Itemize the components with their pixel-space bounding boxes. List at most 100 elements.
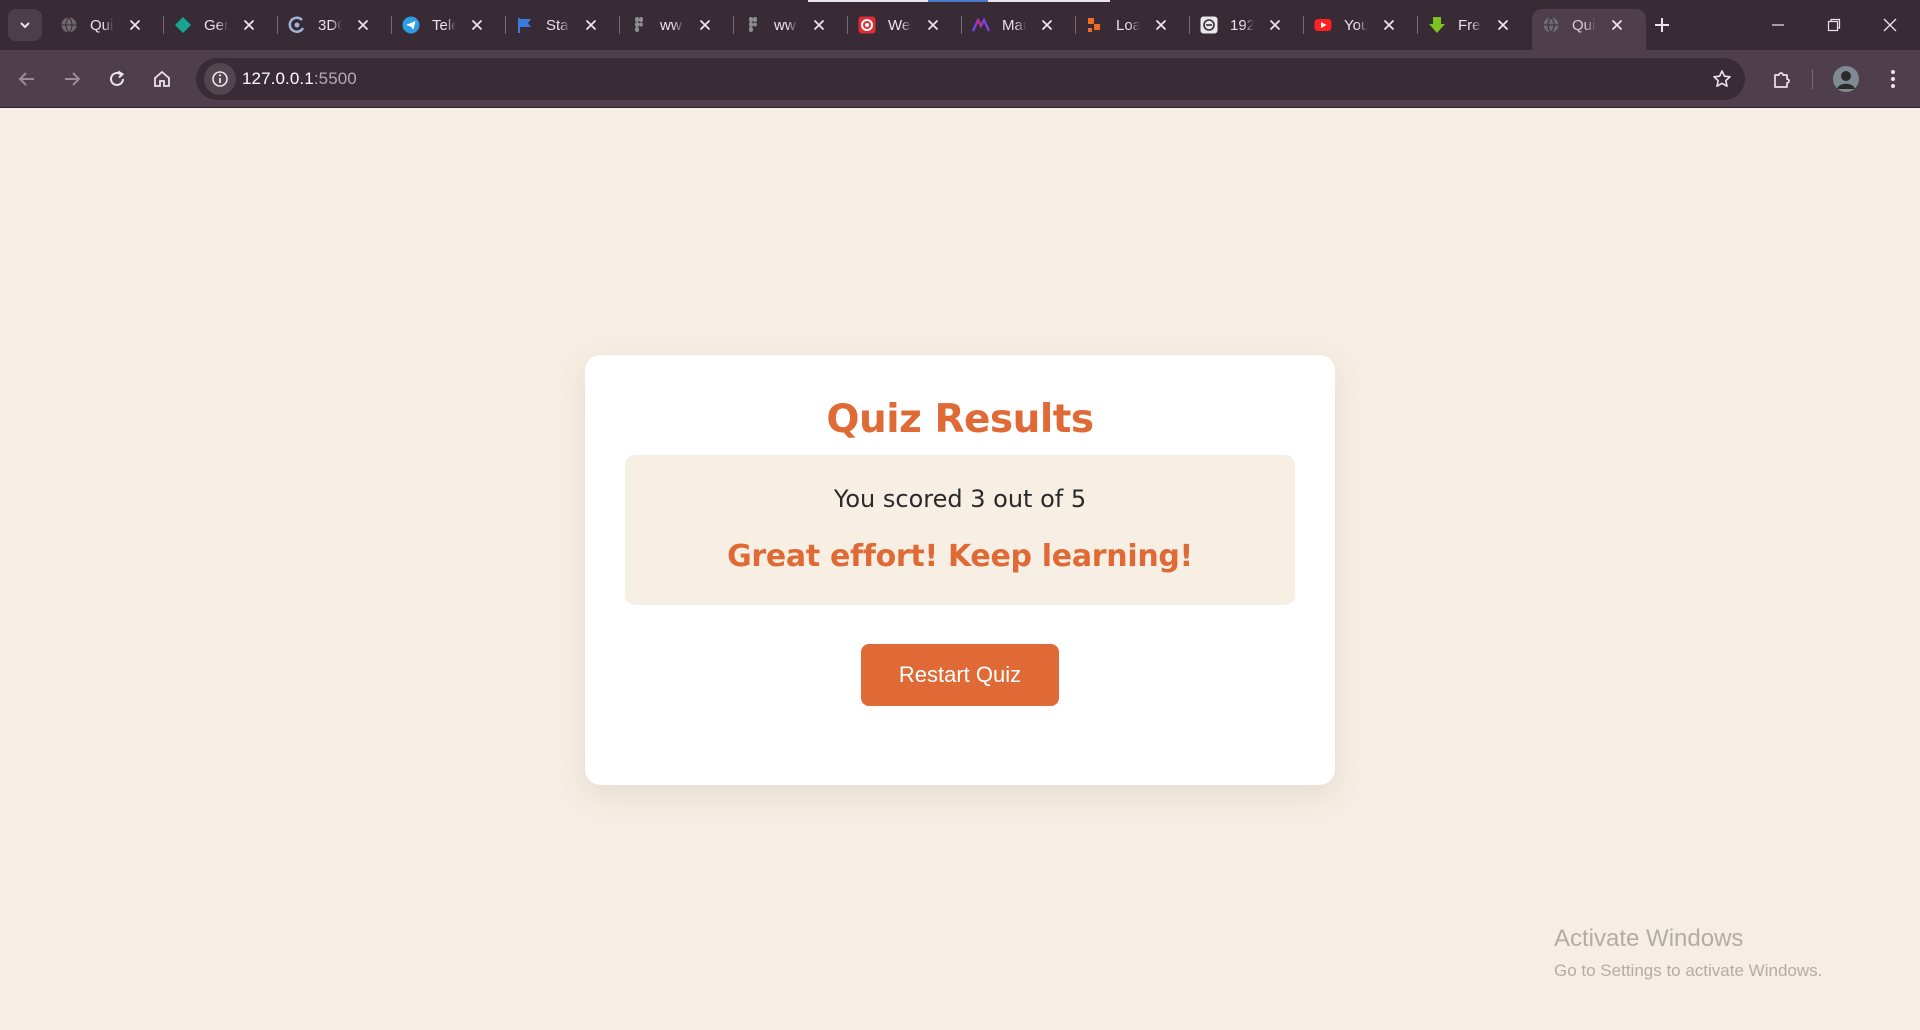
close-icon [1883,18,1897,32]
tab[interactable]: Qui [50,0,164,50]
tab-active[interactable]: Qui [1532,9,1646,50]
close-icon [585,19,597,31]
score-panel: You scored 3 out of 5 Great effort! Keep… [625,455,1295,605]
mountain-icon [972,16,990,34]
close-icon [129,19,141,31]
blocks-icon [1086,16,1104,34]
youtube-icon [1314,16,1332,34]
tab[interactable]: ww [620,0,734,50]
tab-title: Qui [90,16,114,34]
tab-drag-indicator-accent [928,0,988,2]
tab-close-button[interactable] [1038,16,1056,34]
tab-title: 3DC [318,16,342,34]
tab-close-button[interactable] [1608,16,1626,34]
tab-title: ww [660,16,682,34]
router-icon [1200,16,1218,34]
close-icon [699,19,711,31]
close-icon [927,19,939,31]
tab-close-button[interactable] [1266,16,1284,34]
tab-close-button[interactable] [354,16,372,34]
tab-close-button[interactable] [1494,16,1512,34]
tab[interactable]: Mar [962,0,1076,50]
tab[interactable]: Wel [848,0,962,50]
watermark-title: Activate Windows [1554,925,1744,952]
new-tab-button[interactable] [1650,13,1674,37]
tab[interactable]: Star [506,0,620,50]
tab[interactable]: 3DC [278,0,392,50]
tab-title: Free [1458,16,1482,34]
telegram-icon [402,16,420,34]
avatar-icon [1833,66,1859,92]
tab-close-button[interactable] [240,16,258,34]
url-text[interactable]: 127.0.0.1:5500 [242,69,357,89]
tab-title: Loa [1116,16,1140,34]
page-title: Quiz Results [826,397,1094,442]
bookmark-button[interactable] [1711,68,1733,90]
minimize-icon [1772,24,1784,26]
home-button[interactable] [146,63,178,95]
tab[interactable]: Tele [392,0,506,50]
3d-swirl-icon [288,16,306,34]
tab-title: ww [774,16,796,34]
browser-menu-button[interactable] [1877,63,1909,95]
close-icon [357,19,369,31]
score-text: You scored 3 out of 5 [833,485,1087,513]
tab-close-button[interactable] [126,16,144,34]
tab-close-button[interactable] [582,16,600,34]
tab-drag-indicator [808,0,928,2]
profile-avatar[interactable] [1830,63,1862,95]
arrow-left-icon [18,72,34,86]
site-info-button[interactable] [204,63,236,95]
tab[interactable]: ww [734,0,848,50]
restart-quiz-button[interactable]: Restart Quiz [861,644,1059,706]
close-icon [1269,19,1281,31]
tab[interactable]: Free [1418,0,1532,50]
close-icon [243,19,255,31]
minimize-button[interactable] [1750,0,1806,50]
close-window-button[interactable] [1862,0,1918,50]
tab-close-button[interactable] [1152,16,1170,34]
close-icon [471,19,483,31]
gem-icon [174,16,192,34]
feedback-message: Great effort! Keep learning! [727,539,1193,574]
back-button[interactable] [11,63,43,95]
close-icon [813,19,825,31]
page-viewport: Quiz Results You scored 3 out of 5 Great… [0,109,1920,1030]
tab-title: Mar [1002,16,1026,34]
star-icon [1713,70,1731,87]
restore-icon [1827,18,1841,32]
close-icon [1155,19,1167,31]
tab-title: Wel [888,16,912,34]
tab[interactable]: 192 [1190,0,1304,50]
tab[interactable]: Loa [1076,0,1190,50]
tab-close-button[interactable] [810,16,828,34]
tab[interactable]: You [1304,0,1418,50]
url-port: :5500 [313,69,357,88]
tab-close-button[interactable] [468,16,486,34]
restore-button[interactable] [1806,0,1862,50]
puzzle-icon [1774,72,1790,88]
tab[interactable]: Gen [164,0,278,50]
tab-list: Qui Gen 3DC Tele Star ww ww Wel Mar Loa 192 You Free… [50,0,1646,50]
tab-close-button[interactable] [1380,16,1398,34]
info-icon [212,71,228,87]
close-icon [1041,19,1053,31]
tab-search-button[interactable] [8,9,42,41]
plus-icon [1655,18,1669,32]
tab-title: Gen [204,16,228,34]
lifebuoy-icon [858,16,876,34]
tab-close-button[interactable] [696,16,714,34]
tab-title: Tele [432,16,456,34]
download-arrow-icon [1428,16,1446,34]
close-icon [1383,19,1395,31]
address-bar[interactable]: 127.0.0.1:5500 [196,58,1745,100]
tab-close-button[interactable] [924,16,942,34]
url-host: 127.0.0.1 [242,69,314,88]
forward-button[interactable] [56,63,88,95]
globe-icon [1542,16,1560,34]
reload-button[interactable] [101,63,133,95]
reload-icon [110,70,125,86]
extensions-button[interactable] [1766,63,1798,95]
windows-activation-watermark: Activate Windows Go to Settings to activ… [1554,925,1822,981]
close-icon [1611,19,1623,31]
